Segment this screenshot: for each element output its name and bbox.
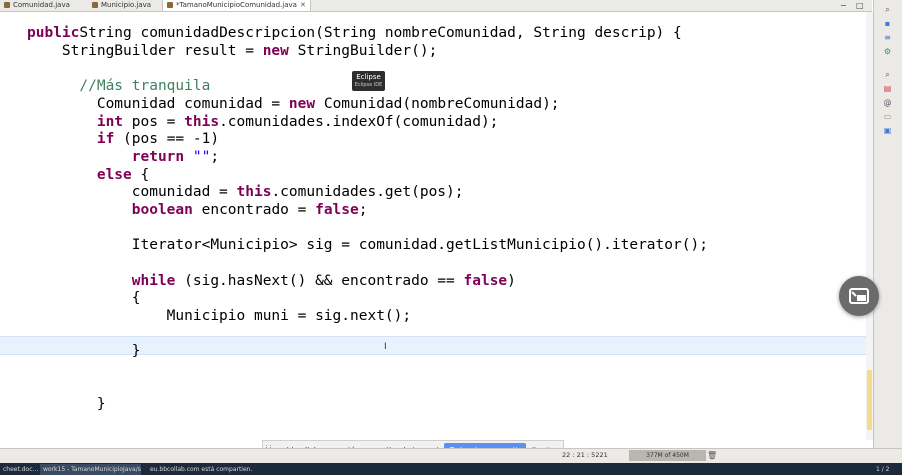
code-token: { (131, 167, 150, 183)
minimize-button[interactable]: − (840, 0, 847, 11)
code-token: Comunidad(nombreComunidad); (315, 96, 560, 112)
code-token: if (27, 131, 115, 147)
code-token: StringBuilder result = (27, 43, 263, 59)
tab-comunidad[interactable]: Comunidad.java (4, 0, 70, 11)
taskbar-item[interactable]: eu.bbcollab.com está compartien... (147, 464, 252, 475)
code-token: } (27, 343, 141, 359)
code-token: return (27, 149, 185, 165)
code-line: if (pos == -1) (27, 130, 219, 148)
code-token: this (236, 184, 272, 200)
console-icon[interactable]: ▣ (883, 126, 892, 135)
outline-icon[interactable]: ▪ (883, 19, 892, 28)
code-token: { (27, 290, 141, 306)
tab-label: Municipio.java (101, 1, 152, 9)
garbage-collect-icon[interactable]: 🗑 (707, 451, 717, 460)
code-token: Iterator<Municipio> sig = comunidad.getL… (27, 237, 708, 253)
java-file-icon (167, 2, 173, 8)
code-token: .comunidades.indexOf(comunidad); (219, 114, 499, 130)
maximize-button[interactable]: □ (856, 0, 864, 11)
tab-tamano-municipio[interactable]: *TamanoMunicipioComunidad.java ✕ (162, 0, 311, 11)
code-line: comunidad = this.comunidades.get(pos); (27, 183, 464, 201)
code-line: } (27, 342, 141, 360)
code-line: StringBuilder result = new StringBuilder… (27, 42, 437, 60)
code-token: //Más tranquila (27, 78, 211, 94)
code-token: int (27, 114, 124, 130)
code-token: false (463, 273, 508, 289)
task-icon[interactable]: ⚙ (883, 47, 892, 56)
taskbar-item[interactable]: cheet.doc... (0, 464, 39, 475)
tooltip-subtitle: Eclipse IDE (354, 82, 383, 88)
code-line: else { (27, 166, 149, 184)
workspace-pager[interactable]: 1 / 2 (876, 464, 889, 475)
code-editor[interactable]: publicString comunidadDescripcion(String… (0, 12, 866, 440)
code-token: else (27, 167, 132, 183)
tab-municipio[interactable]: Municipio.java (92, 0, 151, 11)
code-token: ; (210, 149, 220, 165)
code-token: while (27, 273, 176, 289)
code-line: boolean encontrado = false; (27, 201, 368, 219)
code-line: } (27, 395, 106, 413)
code-token: ) (507, 273, 516, 289)
code-token: public (27, 25, 80, 41)
code-token: comunidad = (27, 184, 237, 200)
code-token: boolean (27, 202, 193, 218)
search-icon[interactable]: ⌕ (883, 70, 892, 79)
code-token: this (184, 114, 220, 130)
code-token: .comunidades.get(pos); (271, 184, 464, 200)
code-line: //Más tranquila (27, 77, 210, 95)
status-bar (0, 448, 902, 463)
javadoc-icon[interactable]: @ (883, 98, 892, 107)
code-line: Municipio muni = sig.next(); (27, 307, 411, 325)
code-token: encontrado = (192, 202, 316, 218)
java-file-icon (92, 2, 98, 8)
code-token: (pos == -1) (114, 131, 220, 147)
code-token: Municipio muni = sig.next(); (27, 308, 412, 324)
close-tab-icon[interactable]: ✕ (300, 1, 306, 9)
code-line: Comunidad comunidad = new Comunidad(nomb… (27, 95, 560, 113)
exit-fullscreen-icon (849, 288, 869, 304)
right-toolbar: ⌕ ▪ ≡ ⚙ ⌕ ▤ @ ▭ ▣ ▦ (873, 0, 902, 462)
code-token: pos = (123, 114, 185, 130)
taskbar-item[interactable]: work15 - TamanoMunicipioJava/src/... (40, 464, 141, 475)
problems-icon[interactable]: ▤ (883, 84, 892, 93)
code-token: String comunidadDescripcion(String nombr… (79, 25, 682, 41)
code-token: new (262, 43, 289, 59)
screen-share-button[interactable] (839, 276, 879, 316)
code-line: Iterator<Municipio> sig = comunidad.getL… (27, 236, 708, 254)
memory-indicator[interactable]: 377M of 450M (629, 450, 706, 461)
eclipse-tooltip: Eclipse Eclipse IDE (352, 71, 385, 91)
editor-tab-bar: Comunidad.java Municipio.java *TamanoMun… (0, 0, 872, 12)
code-line: { (27, 289, 141, 307)
code-token: new (288, 96, 316, 112)
code-line: while (sig.hasNext() && encontrado == fa… (27, 272, 516, 290)
code-token: false (315, 202, 359, 218)
code-line: return ""; (27, 148, 219, 166)
code-token: (sig.hasNext() && encontrado == (175, 273, 464, 289)
scrollbar-thumb[interactable] (867, 370, 872, 430)
list-icon[interactable]: ≡ (883, 33, 892, 42)
java-file-icon (4, 2, 10, 8)
code-line: int pos = this.comunidades.indexOf(comun… (27, 113, 499, 131)
code-token: Comunidad comunidad = (27, 96, 289, 112)
code-line: publicString comunidadDescripcion(String… (27, 24, 682, 42)
code-token: StringBuilder(); (288, 43, 438, 59)
code-token: "" (192, 149, 211, 165)
code-token: } (27, 396, 106, 412)
code-token: ; (358, 202, 368, 218)
cursor-position: 22 : 21 : 5221 (562, 451, 608, 459)
declaration-icon[interactable]: ▭ (883, 112, 892, 121)
tooltip-title: Eclipse (356, 73, 381, 81)
text-cursor-icon: I (384, 342, 387, 352)
tab-label: *TamanoMunicipioComunidad.java (176, 1, 297, 9)
pin-icon[interactable]: ⌕ (883, 5, 892, 14)
tab-label: Comunidad.java (13, 1, 70, 9)
